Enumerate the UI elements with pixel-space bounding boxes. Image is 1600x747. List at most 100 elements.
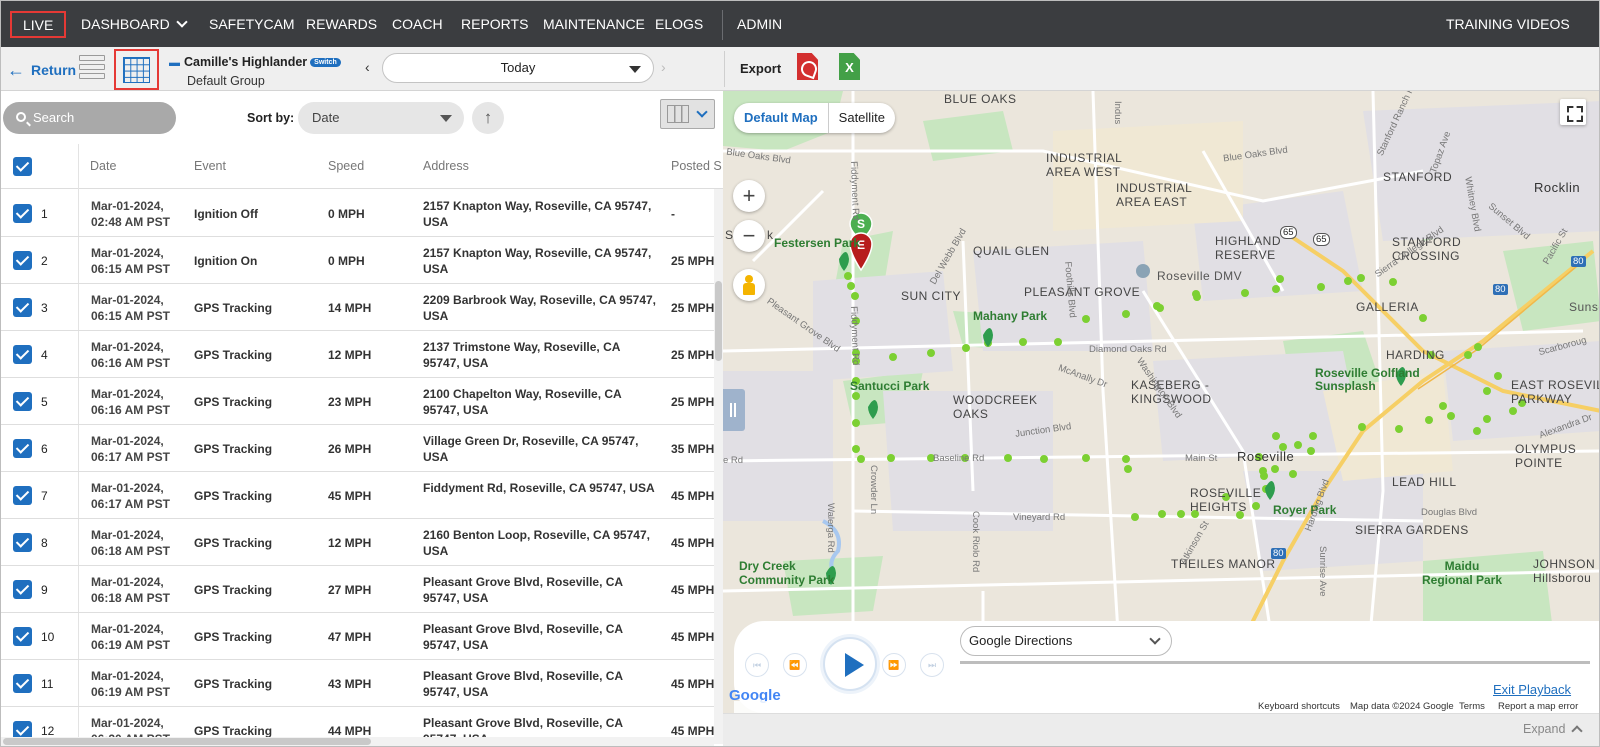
row-date: Mar-01-2024, 06:18 AM PST xyxy=(91,527,170,559)
export-pdf-icon[interactable] xyxy=(797,53,818,80)
row-date: Mar-01-2024, 06:19 AM PST xyxy=(91,668,170,700)
row-checkbox[interactable] xyxy=(13,486,32,505)
skip-start-icon[interactable]: ⏮ xyxy=(745,653,769,677)
row-checkbox[interactable] xyxy=(13,580,32,599)
select-all-checkbox[interactable] xyxy=(13,157,32,176)
directions-select-value: Google Directions xyxy=(969,633,1073,648)
vehicle-name: Camille's Highlander xyxy=(184,55,308,69)
nav-dashboard[interactable]: DASHBOARD xyxy=(81,1,188,47)
row-checkbox[interactable] xyxy=(13,439,32,458)
nav-elogs[interactable]: ELOGS xyxy=(655,1,703,47)
row-speed: 45 MPH xyxy=(328,489,372,503)
return-label: Return xyxy=(31,62,77,78)
map-view[interactable]: S E BLUE OAKS INDUSTRIAL AREA WEST INDUS… xyxy=(723,91,1599,713)
table-row[interactable]: 8 Mar-01-2024, 06:18 AM PST GPS Tracking 12 … xyxy=(1,519,715,566)
row-checkbox[interactable] xyxy=(13,298,32,317)
day-select[interactable]: Today xyxy=(382,53,654,83)
panel-resize-handle[interactable] xyxy=(723,389,745,431)
play-button[interactable] xyxy=(823,637,877,691)
row-event: GPS Tracking xyxy=(194,583,273,597)
terms-link[interactable]: Terms xyxy=(1459,701,1485,712)
table-row[interactable]: 1 Mar-01-2024, 02:48 AM PST Ignition Off 0 M… xyxy=(1,190,715,237)
keyboard-shortcuts-link[interactable]: Keyboard shortcuts xyxy=(1258,701,1340,712)
sort-label: Sort by: xyxy=(247,111,295,125)
table-row[interactable]: 4 Mar-01-2024, 06:16 AM PST GPS Tracking 12 … xyxy=(1,331,715,378)
skip-end-icon[interactable]: ⏭ xyxy=(920,653,944,677)
exit-playback-link[interactable]: Exit Playback xyxy=(1493,682,1571,697)
row-checkbox[interactable] xyxy=(13,392,32,411)
table-row[interactable]: 3 Mar-01-2024, 06:15 AM PST GPS Tracking 14 … xyxy=(1,284,715,331)
map-label: Roseville DMV xyxy=(1157,269,1243,283)
map-label: STANFORD xyxy=(1383,170,1453,184)
table-row[interactable]: 6 Mar-01-2024, 06:17 AM PST GPS Tracking 26 … xyxy=(1,425,715,472)
row-posted-speed: 45 MPH xyxy=(671,630,715,644)
map-label: HIGHLAND RESERVE xyxy=(1215,234,1282,262)
table-row[interactable]: 7 Mar-01-2024, 06:17 AM PST GPS Tracking 45 … xyxy=(1,472,715,519)
search-placeholder: Search xyxy=(33,110,75,125)
expand-button[interactable]: Expand xyxy=(1523,722,1584,737)
previous-day-button[interactable]: ‹ xyxy=(365,59,370,75)
row-checkbox[interactable] xyxy=(13,674,32,693)
row-checkbox[interactable] xyxy=(13,251,32,270)
map-label: WOODCREEK OAKS xyxy=(953,393,1038,421)
nav-admin[interactable]: ADMIN xyxy=(737,1,782,47)
column-chooser-button[interactable] xyxy=(660,99,715,129)
directions-select[interactable]: Google Directions xyxy=(960,626,1172,656)
fullscreen-icon[interactable] xyxy=(1560,99,1586,125)
table-row[interactable]: 11 Mar-01-2024, 06:19 AM PST GPS Tracking 43… xyxy=(1,660,715,707)
column-header-posted-speed[interactable]: Posted S xyxy=(671,159,722,173)
row-speed: 0 MPH xyxy=(328,207,365,221)
nav-coach[interactable]: COACH xyxy=(392,1,443,47)
table-row[interactable]: 10 Mar-01-2024, 06:19 AM PST GPS Tracking 47… xyxy=(1,613,715,660)
export-excel-icon[interactable]: X xyxy=(839,53,860,80)
map-label: Maidu Regional Park xyxy=(1422,559,1503,587)
map-type-default[interactable]: Default Map xyxy=(734,103,829,133)
row-checkbox[interactable] xyxy=(13,533,32,552)
map-label: INDUSTRIAL AREA EAST xyxy=(1116,181,1193,209)
nav-live[interactable]: LIVE xyxy=(10,11,67,38)
playback-progress-track[interactable] xyxy=(960,661,1590,664)
scrollbar-thumb[interactable] xyxy=(3,738,371,745)
nav-reports[interactable]: REPORTS xyxy=(461,1,528,47)
table-row[interactable]: 2 Mar-01-2024, 06:15 AM PST Ignition On 0 MP… xyxy=(1,237,715,284)
table-row[interactable]: 9 Mar-01-2024, 06:18 AM PST GPS Tracking 27 … xyxy=(1,566,715,613)
street-label: Main St xyxy=(1185,453,1218,464)
map-type-satellite[interactable]: Satellite xyxy=(829,103,895,133)
row-checkbox[interactable] xyxy=(13,204,32,223)
table-view-button[interactable] xyxy=(114,49,159,90)
nav-safetycam[interactable]: SAFETYCAM xyxy=(209,1,295,47)
scrollbar-thumb[interactable] xyxy=(715,281,722,361)
list-view-button[interactable] xyxy=(79,55,105,83)
sort-direction-button[interactable]: ↑ xyxy=(472,102,504,134)
switch-vehicle-button[interactable]: Switch xyxy=(310,58,341,67)
table-row[interactable]: 5 Mar-01-2024, 06:16 AM PST GPS Tracking 23 … xyxy=(1,378,715,425)
vertical-scrollbar[interactable] xyxy=(714,189,723,744)
return-button[interactable]: ← Return xyxy=(7,59,76,80)
column-header-date[interactable]: Date xyxy=(90,159,116,173)
nav-rewards[interactable]: REWARDS xyxy=(306,1,377,47)
sort-select[interactable]: Date xyxy=(298,102,464,134)
row-checkbox[interactable] xyxy=(13,627,32,646)
zoom-out-button[interactable]: − xyxy=(733,220,765,252)
report-map-error-link[interactable]: Report a map error xyxy=(1498,701,1578,712)
horizontal-scrollbar[interactable] xyxy=(1,737,714,746)
search-input[interactable]: Search xyxy=(3,102,176,134)
column-header-event[interactable]: Event xyxy=(194,159,226,173)
sort-value: Date xyxy=(312,110,340,125)
column-header-address[interactable]: Address xyxy=(423,159,469,173)
row-address: Pleasant Grove Blvd, Roseville, CA 95747… xyxy=(423,669,623,699)
street-view-pegman-icon[interactable] xyxy=(733,269,765,301)
start-end-markers[interactable]: S E xyxy=(846,211,896,291)
column-header-speed[interactable]: Speed xyxy=(328,159,364,173)
row-event: GPS Tracking xyxy=(194,395,273,409)
map-label: OLYMPUS POINTE xyxy=(1515,442,1577,470)
nav-maintenance[interactable]: MAINTENANCE xyxy=(543,1,645,47)
nav-training-videos[interactable]: TRAINING VIDEOS xyxy=(1446,1,1570,47)
map-label: LEAD HILL xyxy=(1392,475,1457,489)
rewind-icon[interactable]: ⏪ xyxy=(783,653,807,677)
next-day-button[interactable]: › xyxy=(661,59,666,75)
fast-forward-icon[interactable]: ⏩ xyxy=(882,653,906,677)
row-speed: 47 MPH xyxy=(328,630,372,644)
row-checkbox[interactable] xyxy=(13,345,32,364)
zoom-in-button[interactable]: + xyxy=(733,180,765,212)
